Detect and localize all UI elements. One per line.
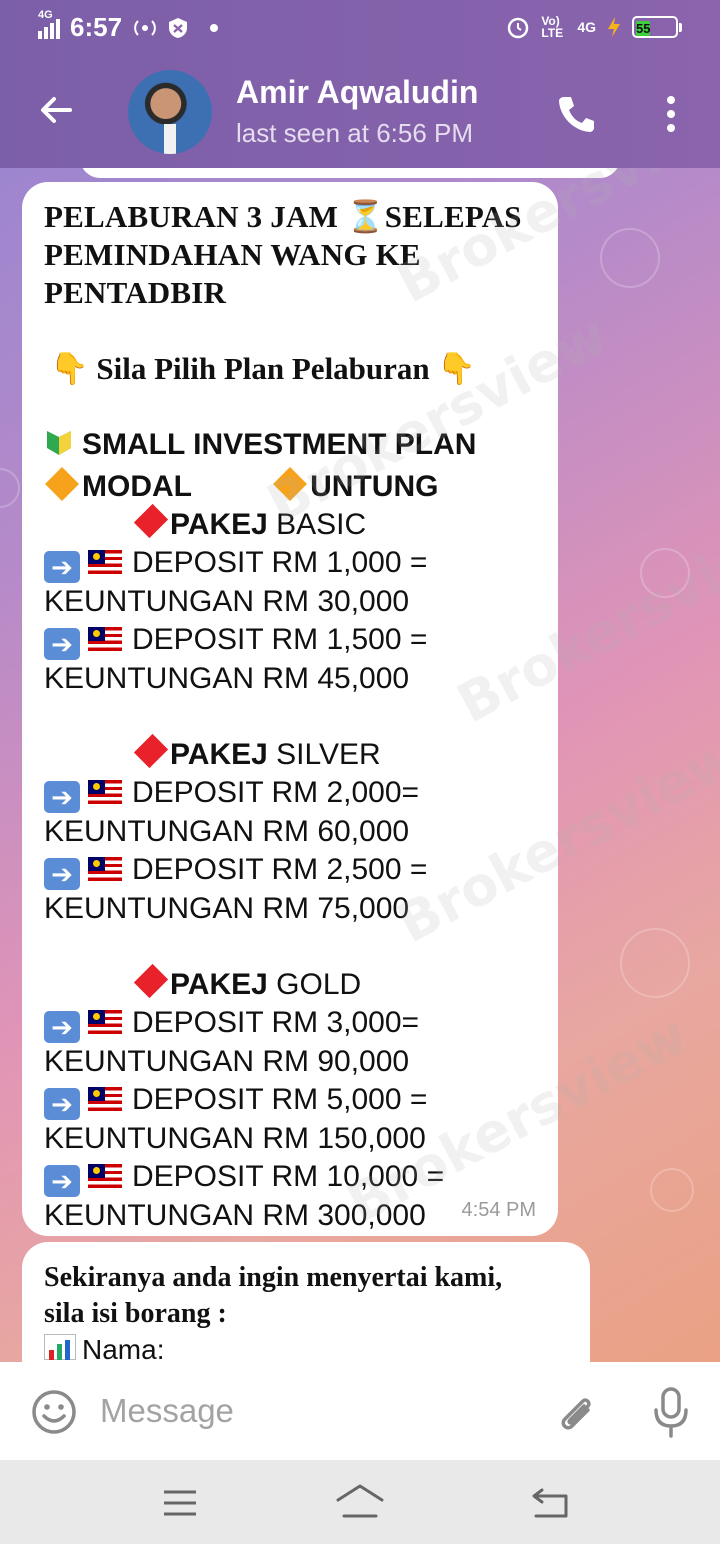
deposit-text: DEPOSIT RM 3,000=: [132, 1006, 420, 1039]
column-modal: MODAL: [82, 470, 192, 503]
alarm-icon: [508, 17, 529, 39]
right-arrow-icon: ➔: [44, 1165, 80, 1197]
profit-text: KEUNTUNGAN RM 30,000: [44, 585, 410, 618]
message-bubble-form[interactable]: Sekiranya anda ingin menyertai kami, sil…: [22, 1242, 590, 1362]
contact-name[interactable]: Amir Aqwaludin: [236, 74, 478, 111]
profit-text: KEUNTUNGAN RM 90,000: [44, 1045, 410, 1078]
more-options-icon[interactable]: [660, 94, 682, 134]
form-line-1: Sekiranya anda ingin menyertai kami,: [44, 1262, 503, 1293]
contact-avatar[interactable]: [128, 70, 212, 154]
charging-icon: [608, 17, 620, 37]
right-arrow-icon: ➔: [44, 858, 80, 890]
package-item: ➔ DEPOSIT RM 1,000 =: [44, 544, 536, 583]
malaysia-flag-icon: [88, 857, 122, 881]
network-type: 4G: [38, 8, 53, 21]
malaysia-flag-icon: [88, 627, 122, 651]
malaysia-flag-icon: [88, 780, 122, 804]
deposit-text: DEPOSIT RM 2,000=: [132, 776, 420, 809]
deposit-text: DEPOSIT RM 10,000 =: [132, 1160, 445, 1193]
message-title: PELABURAN 3 JAM ⏳SELEPAS PEMINDAHAN WANG…: [44, 199, 522, 310]
package-item: ➔ DEPOSIT RM 2,000=: [44, 774, 536, 813]
emoji-icon[interactable]: [30, 1388, 78, 1436]
microphone-icon[interactable]: [652, 1386, 690, 1438]
package-name: SILVER: [276, 738, 381, 771]
deposit-text: DEPOSIT RM 5,000 =: [132, 1083, 428, 1116]
package-item: ➔ DEPOSIT RM 2,500 =: [44, 851, 536, 890]
orange-diamond-icon: [45, 467, 79, 501]
profit-text: KEUNTUNGAN RM 75,000: [44, 892, 410, 925]
signal-icon: 4G: [38, 9, 60, 39]
chat-header: Amir Aqwaludin last seen at 6:56 PM: [0, 58, 720, 168]
attachment-icon[interactable]: [554, 1388, 598, 1436]
status-bar: 4G 6:57 Vo) LTE 4G 55: [0, 0, 720, 58]
red-diamond-icon: [133, 733, 169, 769]
profit-text: KEUNTUNGAN RM 45,000: [44, 662, 410, 695]
profit-text: KEUNTUNGAN RM 150,000: [44, 1122, 426, 1155]
hotspot-icon: [134, 19, 156, 36]
package-header-basic: PAKEJ BASIC: [44, 503, 536, 544]
deposit-text: DEPOSIT RM 2,500 =: [132, 853, 428, 886]
battery-level: 55: [636, 21, 651, 36]
battery-icon: 55: [632, 16, 682, 38]
right-arrow-icon: ➔: [44, 628, 80, 660]
package-item: ➔ DEPOSIT RM 5,000 =: [44, 1081, 536, 1120]
chat-area[interactable]: PELABURAN 3 JAM ⏳SELEPAS PEMINDAHAN WANG…: [0, 168, 720, 1362]
red-diamond-icon: [133, 963, 169, 999]
package-prefix: PAKEJ: [170, 738, 268, 771]
package-header-silver: PAKEJ SILVER: [44, 733, 536, 774]
bar-chart-icon: [44, 1334, 76, 1360]
previous-message-bubble: [80, 168, 620, 178]
system-navigation-bar: [0, 1460, 720, 1544]
column-untung: UNTUNG: [310, 470, 439, 503]
deposit-text: DEPOSIT RM 1,000 =: [132, 546, 428, 579]
phone-icon[interactable]: [554, 92, 598, 136]
back-icon[interactable]: [528, 1482, 572, 1522]
deposit-text: DEPOSIT RM 1,500 =: [132, 623, 428, 656]
right-arrow-icon: ➔: [44, 551, 80, 583]
form-field-row: Nama:: [44, 1332, 568, 1362]
orange-diamond-icon: [273, 467, 308, 501]
package-item: ➔ DEPOSIT RM 1,500 =: [44, 621, 536, 660]
red-diamond-icon: [133, 503, 169, 539]
malaysia-flag-icon: [88, 1010, 122, 1034]
beginner-badge-icon: [44, 428, 74, 468]
malaysia-flag-icon: [88, 1087, 122, 1111]
data-network-indicator: 4G: [577, 19, 596, 35]
message-input-bar: Message: [0, 1362, 720, 1460]
shield-icon: [169, 17, 188, 38]
right-arrow-icon: ➔: [44, 1011, 80, 1043]
package-item: ➔ DEPOSIT RM 3,000=: [44, 1004, 536, 1043]
profit-text: KEUNTUNGAN RM 60,000: [44, 815, 410, 848]
home-icon[interactable]: [334, 1480, 386, 1524]
message-timestamp: 4:54 PM: [461, 1199, 536, 1221]
package-prefix: PAKEJ: [170, 508, 268, 541]
message-input[interactable]: Message: [100, 1392, 234, 1430]
top-bar: 4G 6:57 Vo) LTE 4G 55 Amir Aqwaludin las…: [0, 0, 720, 168]
recent-apps-icon[interactable]: [162, 1488, 198, 1518]
form-field-nama: Nama:: [82, 1334, 165, 1362]
package-name: BASIC: [276, 508, 367, 541]
columns-row: MODAL UNTUNG: [44, 467, 536, 506]
malaysia-flag-icon: [88, 550, 122, 574]
package-prefix: PAKEJ: [170, 968, 268, 1001]
message-bubble-investment-plan[interactable]: PELABURAN 3 JAM ⏳SELEPAS PEMINDAHAN WANG…: [22, 182, 558, 1236]
notification-dot: [210, 23, 219, 32]
plan-heading-row: SMALL INVESTMENT PLAN: [44, 426, 536, 468]
right-arrow-icon: ➔: [44, 781, 80, 813]
volte-indicator: Vo) LTE: [541, 14, 564, 40]
package-name: GOLD: [276, 968, 362, 1001]
back-arrow-icon[interactable]: [34, 88, 78, 132]
message-subtitle: 👇 Sila Pilih Plan Pelaburan 👇: [50, 351, 477, 386]
right-arrow-icon: ➔: [44, 1088, 80, 1120]
package-header-gold: PAKEJ GOLD: [44, 963, 536, 1004]
status-time: 6:57: [70, 12, 123, 42]
form-line-2: sila isi borang :: [44, 1298, 227, 1329]
last-seen-status: last seen at 6:56 PM: [236, 118, 474, 148]
package-item: ➔ DEPOSIT RM 10,000 =: [44, 1158, 536, 1197]
malaysia-flag-icon: [88, 1164, 122, 1188]
plan-heading: SMALL INVESTMENT PLAN: [82, 428, 477, 461]
